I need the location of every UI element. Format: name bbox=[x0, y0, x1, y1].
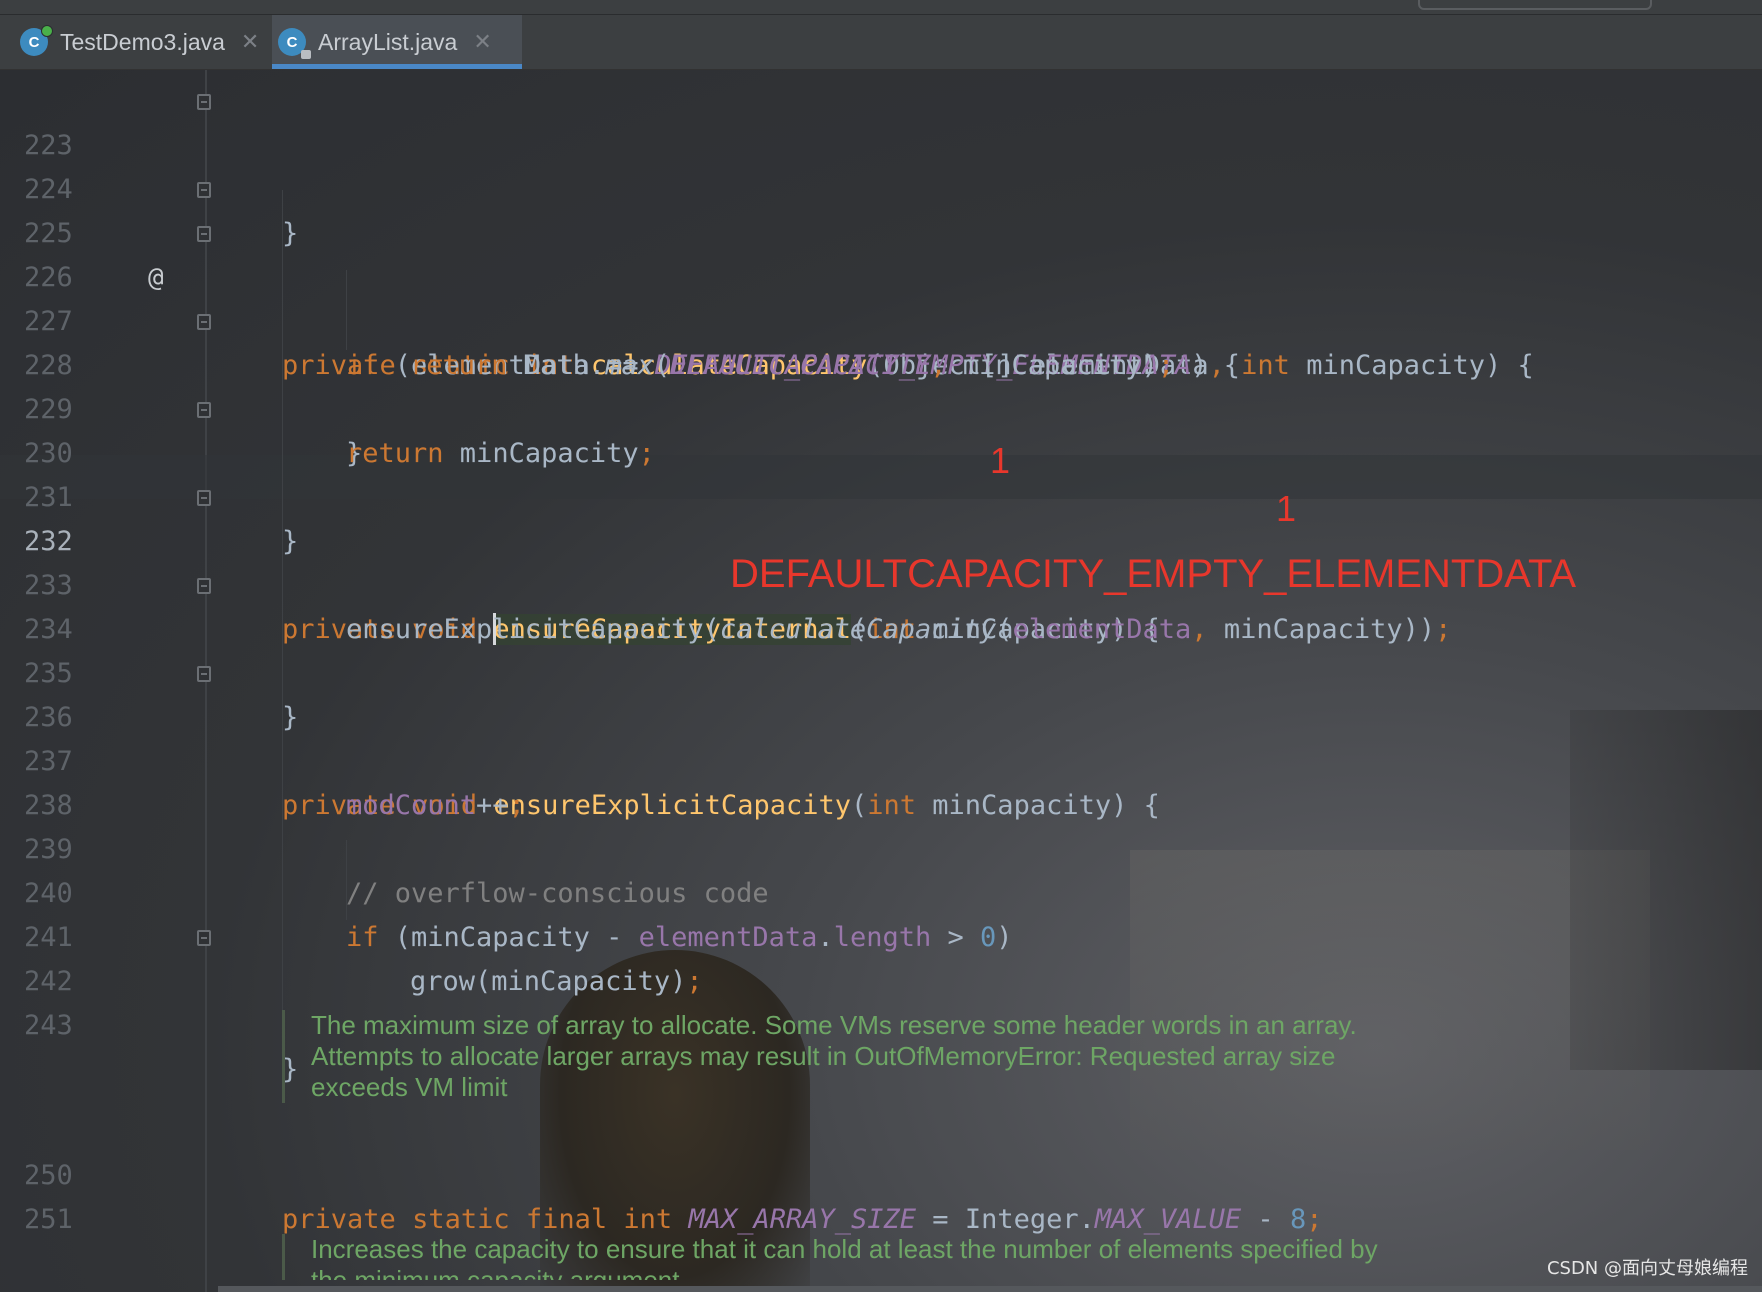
code-line: 239 // overflow-conscious code bbox=[0, 784, 1762, 909]
doc-text: Increases the capacity to ensure that it… bbox=[311, 1234, 1378, 1264]
code-line: 240 if (minCapacity - elementData.length… bbox=[0, 828, 1762, 953]
doc-text: exceeds VM limit bbox=[311, 1072, 508, 1102]
code-line: 230 } bbox=[0, 388, 1762, 557]
code-line: 241 grow(minCapacity); bbox=[0, 872, 1762, 997]
close-icon[interactable]: ✕ bbox=[473, 29, 491, 55]
code-line: 224 bbox=[0, 124, 1762, 205]
code-line: 229 return minCapacity; bbox=[0, 344, 1762, 469]
fold-icon[interactable] bbox=[197, 402, 211, 418]
code-line: 227 return Math.max(DEFAULT_CAPACITY, mi… bbox=[0, 256, 1762, 381]
fold-icon[interactable] bbox=[197, 490, 211, 506]
fold-icon[interactable] bbox=[197, 578, 211, 594]
fold-icon[interactable] bbox=[197, 930, 211, 946]
code-line: 250 private static final int MAX_ARRAY_S… bbox=[0, 1110, 1762, 1235]
code-line: 243 bbox=[0, 960, 1762, 1041]
tab-testdemo3[interactable]: C TestDemo3.java ✕ bbox=[14, 15, 266, 69]
annotation-number: 1 bbox=[1276, 488, 1297, 529]
rendered-javadoc: Increases the capacity to ensure that it… bbox=[282, 1234, 1378, 1280]
editor-tab-bar: C TestDemo3.java ✕ C ArrayList.java ✕ bbox=[0, 15, 1762, 70]
code-line: 238 bbox=[0, 740, 1762, 821]
watermark: CSDN @面向丈母娘编程 bbox=[1546, 1258, 1748, 1279]
code-line: 225 @ private static int calculateCapaci… bbox=[0, 168, 1762, 381]
fold-icon[interactable] bbox=[197, 182, 211, 198]
code-line: 228 } bbox=[0, 300, 1762, 469]
doc-text: the minimum capacity argument. bbox=[311, 1265, 687, 1280]
code-line: 237 modCount++; bbox=[0, 696, 1762, 821]
code-line: 226 if (elementData == DEFAULTCAPACITY_E… bbox=[0, 212, 1762, 381]
rendered-javadoc: The maximum size of array to allocate. S… bbox=[282, 1010, 1357, 1103]
code-line: 231 bbox=[0, 432, 1762, 513]
annotation-label: DEFAULTCAPACITY_EMPTY_ELEMENTDATA bbox=[730, 552, 1577, 596]
tab-label: ArrayList.java bbox=[318, 28, 458, 55]
fold-icon[interactable] bbox=[197, 666, 211, 682]
code-line: 236 private void ensureExplicitCapacity(… bbox=[0, 652, 1762, 821]
line-number: 251 bbox=[24, 1204, 73, 1235]
class-icon: C bbox=[20, 25, 53, 56]
code-line-current: 232 private void ensureCapacityInternal(… bbox=[0, 476, 1762, 645]
annotation-number: 1 bbox=[990, 440, 1011, 481]
tab-label: TestDemo3.java bbox=[60, 28, 225, 55]
code-line: 223 } bbox=[0, 80, 1762, 249]
code-line: 242 } bbox=[0, 916, 1762, 1085]
line-number: 243 bbox=[24, 1010, 73, 1041]
doc-text: The maximum size of array to allocate. S… bbox=[311, 1010, 1357, 1040]
close-icon[interactable]: ✕ bbox=[241, 29, 259, 55]
title-bar bbox=[0, 0, 1762, 15]
code-editor[interactable]: 223 } 224 225 @ private static int calcu… bbox=[0, 70, 1762, 1292]
fold-icon[interactable] bbox=[197, 94, 211, 110]
fold-icon[interactable] bbox=[197, 226, 211, 242]
doc-text: Attempts to allocate larger arrays may r… bbox=[311, 1041, 1336, 1071]
class-locked-icon: C bbox=[278, 28, 311, 59]
fold-icon[interactable] bbox=[197, 314, 211, 330]
code-line: 251 bbox=[0, 1154, 1762, 1235]
horizontal-scrollbar[interactable] bbox=[218, 1286, 1762, 1292]
tab-arraylist[interactable]: C ArrayList.java ✕ bbox=[272, 15, 522, 69]
search-box[interactable] bbox=[1418, 0, 1652, 10]
code-line: 235 bbox=[0, 608, 1762, 689]
